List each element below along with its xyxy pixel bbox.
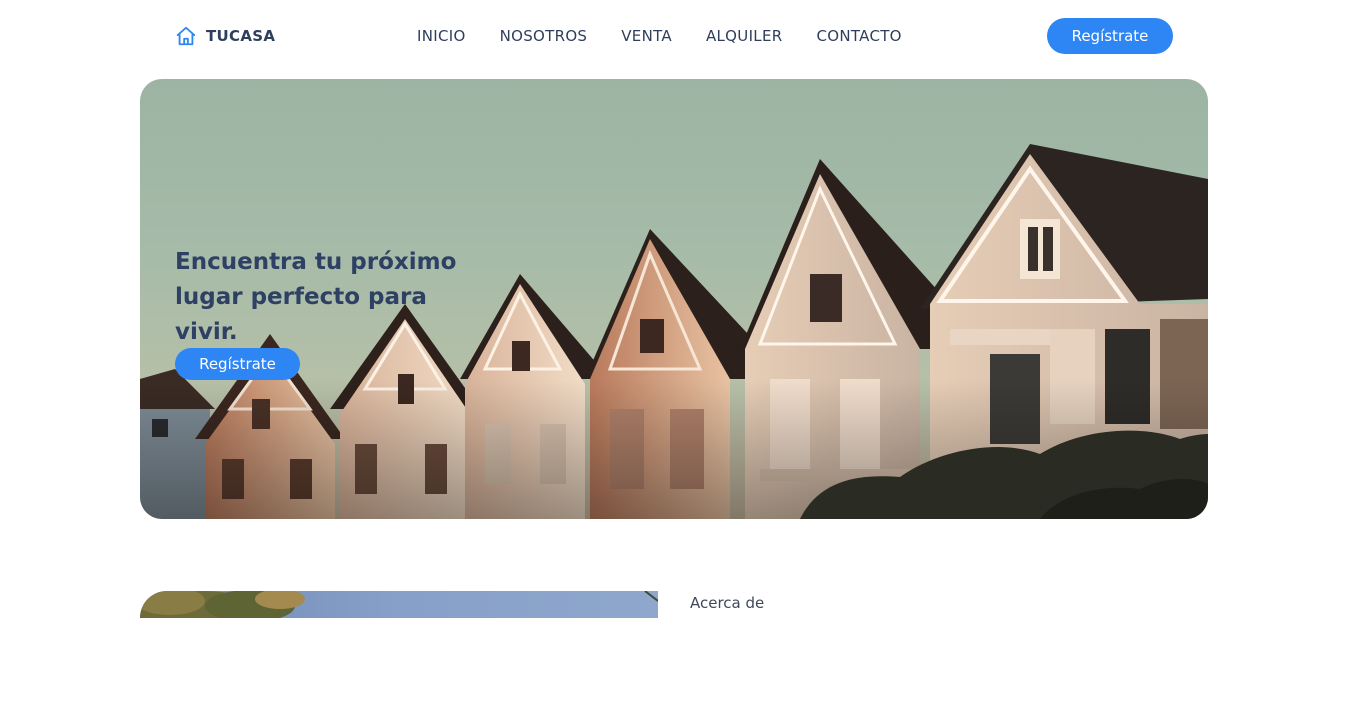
- nav-link-venta[interactable]: VENTA: [621, 27, 672, 45]
- hero-register-button[interactable]: Regístrate: [175, 348, 300, 380]
- main-nav: INICIO NOSOTROS VENTA ALQUILER CONTACTO: [417, 26, 902, 45]
- hero-title: Encuentra tu próximo lugar perfecto para…: [175, 249, 457, 345]
- navbar: TUCASA INICIO NOSOTROS VENTA ALQUILER CO…: [0, 0, 1346, 72]
- brand-logo-link[interactable]: TUCASA: [175, 24, 275, 48]
- about-label: Acerca de: [690, 594, 765, 612]
- nav-link-contacto[interactable]: CONTACTO: [816, 27, 901, 45]
- home-icon: [176, 26, 196, 46]
- about-photo: [140, 591, 658, 618]
- register-button[interactable]: Regístrate: [1047, 18, 1173, 54]
- nav-link-nosotros[interactable]: NOSOTROS: [500, 27, 588, 45]
- nav-link-alquiler[interactable]: ALQUILER: [706, 27, 782, 45]
- hero-banner: Encuentra tu próximo lugar perfecto para…: [140, 79, 1208, 519]
- brand-name: TUCASA: [206, 27, 276, 45]
- about-image: [140, 591, 658, 618]
- nav-link-inicio[interactable]: INICIO: [417, 27, 466, 45]
